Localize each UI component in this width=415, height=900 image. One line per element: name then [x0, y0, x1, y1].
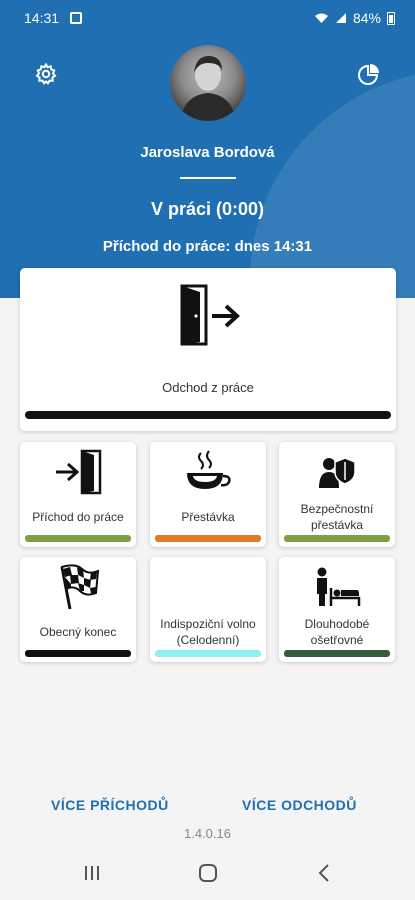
wifi-icon — [314, 13, 328, 23]
tile-color-bar — [284, 650, 390, 657]
recent-apps-icon — [85, 866, 99, 880]
departure-card[interactable]: Odchod z práce — [20, 268, 396, 431]
tile-break[interactable]: Přestávka — [150, 442, 266, 547]
tile-general-end[interactable]: Obecný konec — [20, 557, 136, 662]
avatar-photo — [180, 55, 236, 121]
arrival-info: Příchod do práce: dnes 14:31 — [102, 238, 313, 255]
status-bar: 14:31 84% — [0, 0, 415, 36]
home-button[interactable] — [193, 860, 223, 886]
tile-security-break[interactable]: Bezpečnostní přestávka — [279, 442, 395, 547]
settings-button[interactable] — [30, 58, 62, 90]
tile-label: Dlouhodobé ošetřovné — [304, 617, 370, 647]
exit-door-icon — [176, 282, 242, 353]
tile-label: Příchod do práce — [32, 510, 124, 524]
more-arrivals-link[interactable]: VÍCE PŘÍCHODŮ — [51, 797, 169, 813]
tile-sick-leave[interactable]: Indispoziční volno (Celodenní) — [150, 557, 266, 662]
work-state: V práci (0:00) — [150, 199, 265, 219]
recent-apps-button[interactable] — [77, 860, 107, 886]
tile-label: Indispoziční volno (Celodenní) — [160, 617, 256, 647]
tile-color-bar — [155, 650, 261, 657]
more-departures-link[interactable]: VÍCE ODCHODŮ — [242, 797, 357, 813]
pie-chart-icon — [358, 64, 379, 85]
statistics-button[interactable] — [353, 58, 385, 90]
tile-label: Bezpečnostní přestávka — [300, 502, 374, 532]
tile-color-bar — [155, 535, 261, 542]
app-version: 1.4.0.16 — [184, 826, 231, 841]
status-right: 84% — [314, 10, 395, 26]
notification-icon — [70, 12, 82, 24]
tile-color-bar — [284, 535, 390, 542]
enter-door-icon — [20, 448, 136, 496]
header: 14:31 84% Jaroslava Bordová V práci (0:0… — [0, 0, 415, 298]
security-person-icon — [279, 448, 395, 496]
caregiver-bed-icon — [279, 563, 395, 611]
battery-icon — [387, 11, 395, 25]
gear-icon — [35, 62, 57, 85]
header-decoration — [250, 70, 415, 298]
name-divider — [180, 177, 236, 179]
home-icon — [199, 864, 217, 882]
user-name: Jaroslava Bordová — [140, 144, 275, 161]
system-navigation-bar — [0, 848, 415, 900]
tile-color-bar — [25, 535, 131, 542]
tile-long-term-care[interactable]: Dlouhodobé ošetřovné — [279, 557, 395, 662]
back-icon — [318, 864, 329, 882]
battery-percent: 84% — [352, 10, 381, 26]
tile-label: Přestávka — [181, 510, 235, 524]
coffee-cup-icon — [150, 448, 266, 496]
avatar — [170, 45, 246, 121]
status-time: 14:31 — [24, 10, 60, 26]
tile-arrival[interactable]: Příchod do práce — [20, 442, 136, 547]
departure-color-bar — [25, 411, 391, 419]
tile-color-bar — [25, 650, 131, 657]
checkered-flag-icon — [20, 563, 136, 611]
back-button[interactable] — [309, 860, 339, 886]
signal-icon — [335, 13, 346, 23]
departure-label: Odchod z práce — [162, 380, 254, 395]
tile-label: Obecný konec — [39, 625, 117, 639]
